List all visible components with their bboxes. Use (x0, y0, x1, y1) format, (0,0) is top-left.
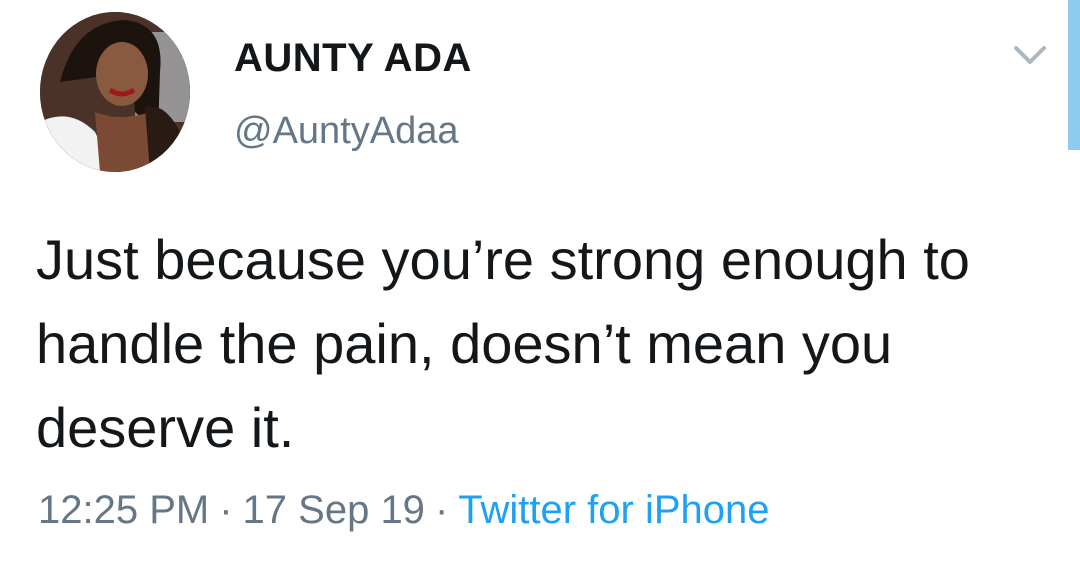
tweet-date[interactable]: 17 Sep 19 (243, 488, 425, 532)
tweet-text: Just because you’re strong enough to han… (36, 228, 970, 459)
avatar-image (40, 12, 190, 172)
scroll-indicator (1068, 0, 1080, 150)
user-handle[interactable]: @AuntyAdaa (234, 110, 459, 153)
avatar[interactable] (40, 12, 190, 172)
tweet-source-link[interactable]: Twitter for iPhone (458, 488, 769, 532)
display-name[interactable]: AUNTY ADA (234, 36, 472, 81)
meta-separator: · (219, 488, 233, 532)
chevron-down-icon[interactable] (1008, 38, 1052, 74)
tweet-card: AUNTY ADA @AuntyAdaa Just because you’re… (0, 0, 1080, 576)
tweet-time[interactable]: 12:25 PM (38, 488, 209, 532)
tweet-meta: 12:25 PM · 17 Sep 19 · Twitter for iPhone (38, 488, 770, 533)
meta-separator: · (434, 488, 449, 532)
